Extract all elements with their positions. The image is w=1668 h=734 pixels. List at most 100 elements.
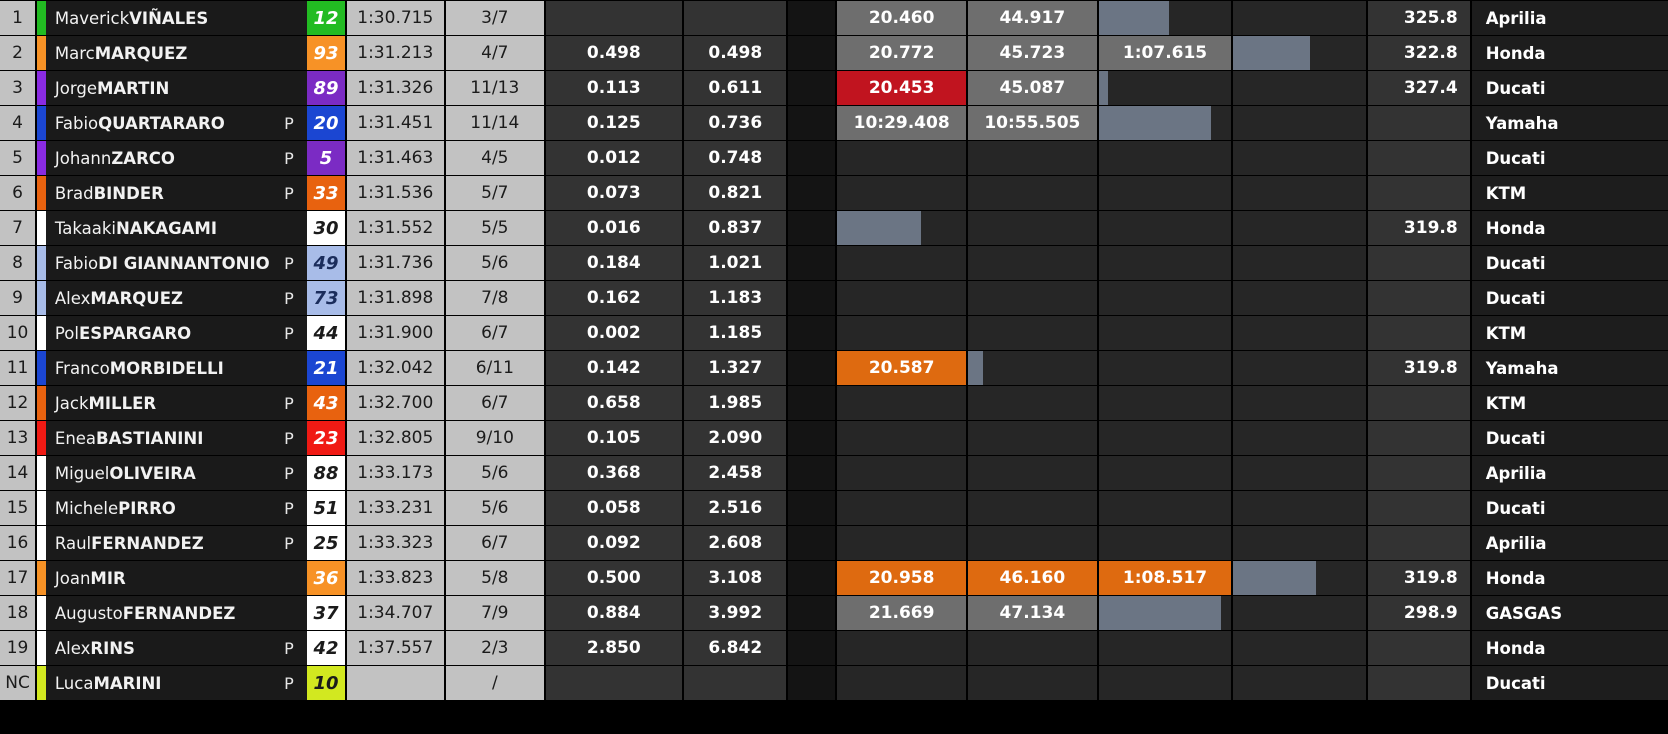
top-speed-cell: 319.8 [1367, 211, 1470, 245]
sector-1-cell [837, 246, 966, 280]
rider-number-badge: 89 [307, 71, 345, 105]
rider-name-cell[interactable]: Takaaki NAKAGAMI [45, 211, 271, 245]
lap-time-cell: 1:33.231 [346, 491, 445, 525]
sector-2-cell [968, 176, 1097, 210]
spacer-cell [788, 316, 836, 350]
sector-2-cell [968, 211, 1097, 245]
rider-first-name: Jack [54, 393, 89, 413]
sector-4-cell [1233, 351, 1366, 385]
sector-4-cell [1233, 666, 1366, 700]
position-cell: 17 [0, 561, 36, 595]
laps-cell: 4/5 [446, 141, 544, 175]
table-row: 5 Johann ZARCO P 5 1:31.463 4/5 0.012 0.748 Duca… [0, 140, 1668, 175]
pit-indicator: P [270, 491, 308, 525]
rider-name-cell[interactable]: Brad BINDER [45, 176, 271, 210]
rider-name-cell[interactable]: Fabio DI GIANNANTONIO [45, 246, 271, 280]
rider-colour-flag [37, 281, 46, 315]
sector-3-cell [1098, 246, 1232, 280]
rider-name-cell[interactable]: Pol ESPARGARO [45, 316, 271, 350]
rider-first-name: Luca [54, 673, 94, 693]
sector-4-cell [1233, 36, 1366, 70]
top-speed-cell: 319.8 [1367, 561, 1470, 595]
rider-name-cell[interactable]: Fabio QUARTARARO [45, 106, 271, 140]
rider-last-name: BINDER [93, 183, 164, 203]
gap-cell: 0.105 [545, 421, 683, 455]
rider-name-cell[interactable]: Franco MORBIDELLI [45, 351, 271, 385]
rider-colour-flag [37, 596, 46, 630]
lap-time-cell: 1:30.715 [346, 1, 445, 35]
rider-last-name: RINS [90, 638, 135, 658]
sector-1-value: 20.772 [868, 43, 935, 63]
rider-first-name: Jorge [54, 78, 97, 98]
rider-name-cell[interactable]: Joan MIR [45, 561, 271, 595]
spacer-cell [788, 491, 836, 525]
position-cell: 13 [0, 421, 36, 455]
rider-name-cell[interactable]: Alex RINS [45, 631, 271, 665]
laps-cell: 6/7 [446, 386, 544, 420]
rider-name-cell[interactable]: Enea BASTIANINI [45, 421, 271, 455]
rider-first-name: Joan [54, 568, 91, 588]
rider-colour-flag [37, 106, 46, 140]
total-gap-cell: 6.842 [684, 631, 787, 665]
rider-last-name: MARQUEZ [90, 288, 183, 308]
gap-cell: 0.658 [545, 386, 683, 420]
spacer-cell [788, 211, 836, 245]
rider-name-cell[interactable]: Luca MARINI [45, 666, 271, 700]
rider-name-cell[interactable]: Jack MILLER [45, 386, 271, 420]
rider-number-badge: 20 [307, 106, 345, 140]
sector-2-value: 47.134 [999, 603, 1066, 623]
lap-time-cell: 1:37.557 [346, 631, 445, 665]
rider-colour-flag [37, 351, 46, 385]
sector-3-cell [1098, 526, 1232, 560]
spacer-cell [788, 141, 836, 175]
laps-cell: 11/14 [446, 106, 544, 140]
sector-1-cell [837, 631, 966, 665]
rider-name-cell[interactable]: Augusto FERNANDEZ [45, 596, 271, 630]
rider-last-name: NAKAGAMI [115, 218, 217, 238]
rider-first-name: Alex [54, 288, 91, 308]
rider-number-badge: 88 [307, 456, 345, 490]
sector-1-value: 21.669 [868, 603, 935, 623]
table-row: 11 Franco MORBIDELLI 21 1:32.042 6/11 0.142 1.… [0, 350, 1668, 385]
position-cell: 10 [0, 316, 36, 350]
top-speed-cell [1367, 491, 1470, 525]
rider-colour-flag [37, 246, 46, 280]
laps-cell: 6/7 [446, 526, 544, 560]
position-cell: 14 [0, 456, 36, 490]
rider-colour-flag [37, 386, 46, 420]
sector-4-cell [1233, 631, 1366, 665]
top-speed-cell [1367, 246, 1470, 280]
sector-2-cell [968, 386, 1097, 420]
sector-4-cell [1233, 386, 1366, 420]
gap-cell [545, 666, 683, 700]
rider-colour-flag [37, 421, 46, 455]
table-row: NC Luca MARINI P 10/Ducati [0, 665, 1668, 700]
manufacturer-cell: KTM [1471, 316, 1668, 350]
rider-name-cell[interactable]: Johann ZARCO [45, 141, 271, 175]
rider-colour-flag [37, 561, 46, 595]
rider-name-cell[interactable]: Miguel OLIVEIRA [45, 456, 271, 490]
rider-first-name: Enea [54, 428, 97, 448]
position-cell: 4 [0, 106, 36, 140]
pit-indicator [270, 211, 308, 245]
pit-indicator [270, 596, 308, 630]
spacer-cell [788, 36, 836, 70]
rider-name-cell[interactable]: Marc MARQUEZ [45, 36, 271, 70]
sector-4-cell [1233, 281, 1366, 315]
rider-name-cell[interactable]: Michele PIRRO [45, 491, 271, 525]
total-gap-cell: 1.183 [684, 281, 787, 315]
rider-name-cell[interactable]: Maverick VIÑALES [45, 1, 271, 35]
sector-4-cell [1233, 246, 1366, 280]
rider-name-cell[interactable]: Raul FERNANDEZ [45, 526, 271, 560]
lap-time-cell: 1:31.213 [346, 36, 445, 70]
total-gap-cell: 1.985 [684, 386, 787, 420]
sector-1-cell: 20.453 [837, 71, 966, 105]
gap-cell: 0.073 [545, 176, 683, 210]
sector-1-cell [837, 281, 966, 315]
lap-time-cell: 1:32.042 [346, 351, 445, 385]
sector-2-cell [968, 316, 1097, 350]
lap-time-cell: 1:31.898 [346, 281, 445, 315]
rider-name-cell[interactable]: Alex MARQUEZ [45, 281, 271, 315]
sector-2-cell [968, 351, 1097, 385]
rider-name-cell[interactable]: Jorge MARTIN [45, 71, 271, 105]
